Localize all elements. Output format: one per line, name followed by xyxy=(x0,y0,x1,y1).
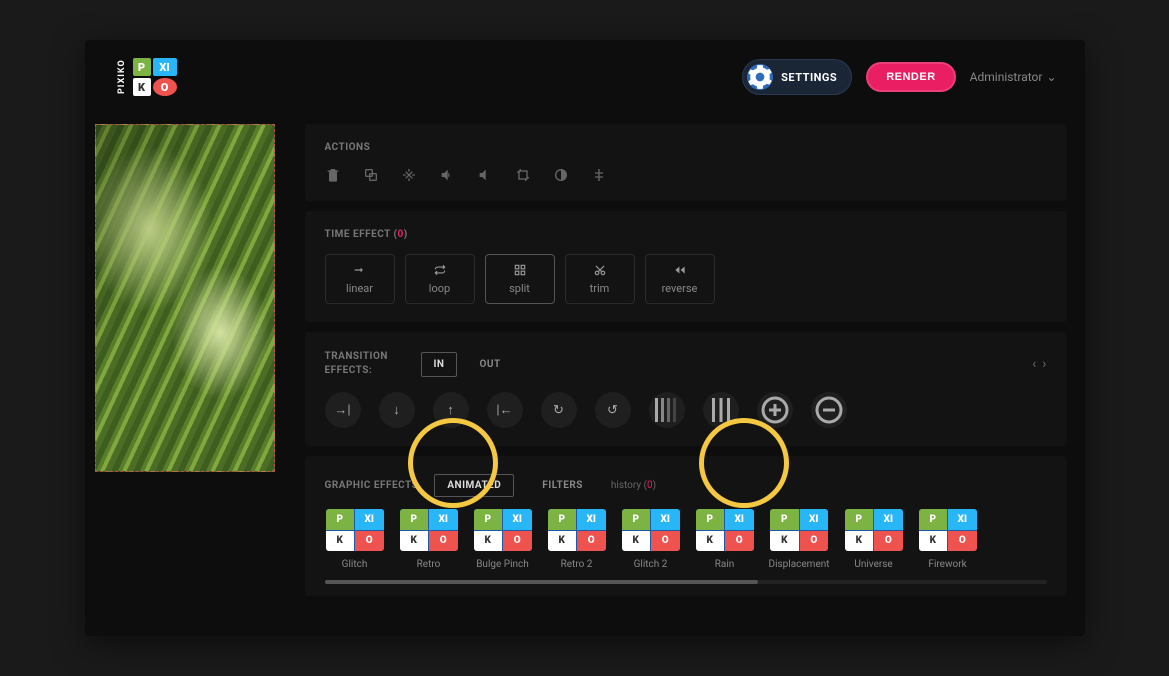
transition-zoom-out[interactable] xyxy=(811,392,847,428)
chevron-down-icon: ⌄ xyxy=(1046,70,1056,84)
graphic-tab-filters[interactable]: FILTERS xyxy=(530,475,595,496)
effect-label: Retro xyxy=(417,559,441,570)
graphic-effect-item[interactable]: PXIKO Firework xyxy=(918,509,978,570)
render-button[interactable]: RENDER xyxy=(866,62,955,92)
graphic-effect-item[interactable]: PXIKO Bulge Pinch xyxy=(473,509,533,570)
time-effect-linear[interactable]: linear xyxy=(325,254,395,304)
transition-rotate-cw[interactable]: ↻ xyxy=(541,392,577,428)
trim-icon xyxy=(593,263,607,277)
volume-on-icon[interactable] xyxy=(439,167,455,183)
crop-icon[interactable] xyxy=(515,167,531,183)
transition-down[interactable]: ↓ xyxy=(379,392,415,428)
align-icon[interactable] xyxy=(591,167,607,183)
graphic-effect-item[interactable]: PXIKO Rain xyxy=(695,509,755,570)
gear-icon xyxy=(747,64,773,90)
effect-label: Universe xyxy=(854,559,892,570)
contrast-icon[interactable] xyxy=(553,167,569,183)
effect-label: Rain xyxy=(715,559,735,570)
transition-right[interactable]: →| xyxy=(325,392,361,428)
effect-thumb: PXIKO xyxy=(548,509,606,551)
user-dropdown[interactable]: Administrator ⌄ xyxy=(970,70,1057,84)
graphic-effects-scrollbar[interactable] xyxy=(325,580,1047,584)
split-icon xyxy=(513,263,527,277)
transition-tab-in[interactable]: IN xyxy=(421,352,458,377)
transition-zoom-in[interactable] xyxy=(757,392,793,428)
duplicate-icon[interactable] xyxy=(401,167,417,183)
header-bar: PXI PIXIKO KO SETTINGS RENDER Administra… xyxy=(85,40,1085,114)
effect-thumb: PXIKO xyxy=(919,509,977,551)
tile-icon[interactable] xyxy=(363,167,379,183)
graphic-effect-item[interactable]: PXIKO Glitch xyxy=(325,509,385,570)
graphic-effects-title: GRAPHIC EFFECTS xyxy=(325,480,419,491)
user-label: Administrator xyxy=(970,70,1043,84)
delete-icon[interactable] xyxy=(325,167,341,183)
time-effect-reverse[interactable]: reverse xyxy=(645,254,715,304)
volume-off-icon[interactable] xyxy=(477,167,493,183)
effect-label: Retro 2 xyxy=(561,559,593,570)
effect-thumb: PXIKO xyxy=(845,509,903,551)
loop-icon xyxy=(433,263,447,277)
reverse-icon xyxy=(673,263,687,277)
canvas-preview[interactable] xyxy=(95,124,275,472)
transition-title: TRANSITIONEFFECTS: xyxy=(325,350,403,378)
effect-thumb: PXIKO xyxy=(326,509,384,551)
transition-up[interactable]: ↑ xyxy=(433,392,469,428)
app-window: PXI PIXIKO KO SETTINGS RENDER Administra… xyxy=(85,40,1085,636)
transition-left[interactable]: |← xyxy=(487,392,523,428)
effect-label: Glitch 2 xyxy=(634,559,668,570)
effect-label: Glitch xyxy=(342,559,368,570)
transition-tab-out[interactable]: OUT xyxy=(467,353,512,376)
graphic-effects-panel: GRAPHIC EFFECTS ANIMATED FILTERS history… xyxy=(305,456,1067,596)
effect-thumb: PXIKO xyxy=(474,509,532,551)
transition-panel: TRANSITIONEFFECTS: IN OUT ‹ › →| ↓ ↑ |← xyxy=(305,332,1067,446)
effect-thumb: PXIKO xyxy=(770,509,828,551)
settings-button[interactable]: SETTINGS xyxy=(742,59,852,95)
graphic-effect-item[interactable]: PXIKO Retro xyxy=(399,509,459,570)
settings-label: SETTINGS xyxy=(781,71,837,84)
transition-rotate-ccw[interactable]: ↺ xyxy=(595,392,631,428)
linear-icon xyxy=(353,263,367,277)
effect-label: Firework xyxy=(928,559,966,570)
effect-thumb: PXIKO xyxy=(696,509,754,551)
effect-label: Bulge Pinch xyxy=(476,559,529,570)
time-effect-title: TIME EFFECT (0) xyxy=(325,229,1047,240)
effect-thumb: PXIKO xyxy=(622,509,680,551)
graphic-history[interactable]: history (0) xyxy=(611,480,656,491)
graphic-effect-item[interactable]: PXIKO Universe xyxy=(844,509,904,570)
actions-title: ACTIONS xyxy=(325,142,1047,153)
graphic-effect-item[interactable]: PXIKO Retro 2 xyxy=(547,509,607,570)
graphic-tab-animated[interactable]: ANIMATED xyxy=(434,474,514,497)
transition-fade[interactable] xyxy=(649,392,685,428)
time-effect-panel: TIME EFFECT (0) linear loop split xyxy=(305,211,1067,322)
time-effect-loop[interactable]: loop xyxy=(405,254,475,304)
time-effect-split[interactable]: split xyxy=(485,254,555,304)
graphic-effect-item[interactable]: PXIKO Displacement xyxy=(769,509,830,570)
graphic-effect-item[interactable]: PXIKO Glitch 2 xyxy=(621,509,681,570)
effect-label: Displacement xyxy=(769,559,830,570)
transition-prev-icon[interactable]: ‹ xyxy=(1032,356,1036,372)
transition-next-icon[interactable]: › xyxy=(1042,356,1046,372)
effect-thumb: PXIKO xyxy=(400,509,458,551)
transition-blinds[interactable] xyxy=(703,392,739,428)
actions-panel: ACTIONS xyxy=(305,124,1067,201)
logo: PXI PIXIKO KO xyxy=(113,58,177,96)
time-effect-trim[interactable]: trim xyxy=(565,254,635,304)
